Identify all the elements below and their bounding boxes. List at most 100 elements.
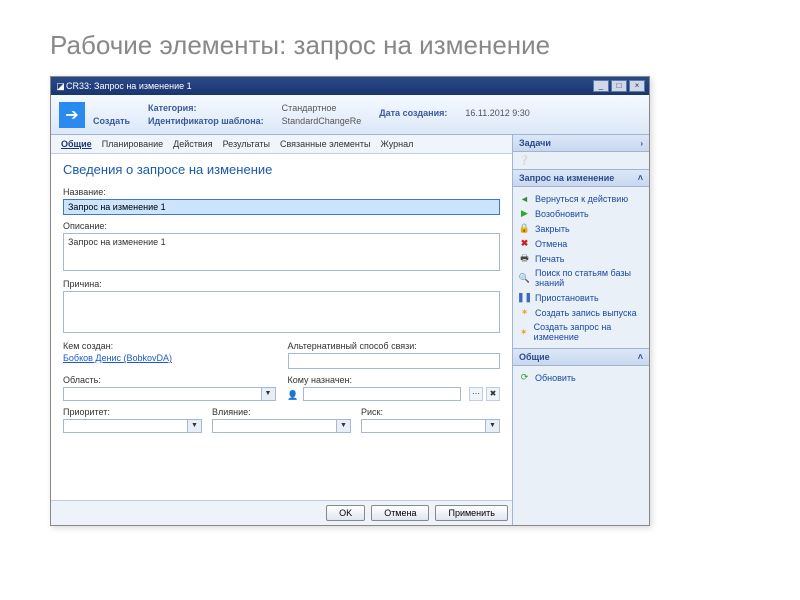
app-icon: ◪ — [55, 81, 66, 92]
sidebar-item-label: Вернуться к действию — [535, 194, 628, 204]
impact-label: Влияние: — [212, 407, 351, 417]
assigned-combo[interactable] — [303, 387, 462, 401]
maximize-button[interactable]: □ — [611, 80, 627, 92]
assign-clear-icon[interactable]: ✖ — [486, 387, 500, 401]
task-pane: Задачи › ❔ Запрос на изменение ˄ ◄ Вернут… — [513, 135, 649, 525]
sidebar-item-label: Создать запрос на изменение — [534, 322, 643, 342]
description-label: Описание: — [63, 221, 500, 231]
name-input[interactable] — [63, 199, 500, 215]
name-label: Название: — [63, 187, 500, 197]
sidebar-item-label: Приостановить — [535, 293, 599, 303]
tab-related[interactable]: Связанные элементы — [280, 139, 371, 149]
refresh-icon: ⟳ — [519, 372, 530, 383]
sidebar-item-label: Создать запись выпуска — [535, 308, 637, 318]
sidebar-item-label: Возобновить — [535, 209, 589, 219]
close-window-button[interactable]: × — [629, 80, 645, 92]
sidebar-item-label: Печать — [535, 254, 564, 264]
template-value: StandardChangeRe — [282, 116, 362, 126]
risk-dropdown-icon[interactable]: ▼ — [486, 419, 500, 433]
sidebar-item[interactable]: 🖶 Печать — [517, 251, 645, 266]
tab-results[interactable]: Результаты — [223, 139, 270, 149]
date-label: Дата создания: — [379, 108, 447, 118]
created-by-label: Кем создан: — [63, 341, 276, 351]
group-change-request-label: Запрос на изменение — [519, 173, 614, 183]
ribbon: ➔ Создать Категория: Идентификатор шабло… — [51, 95, 649, 135]
risk-label: Риск: — [361, 407, 500, 417]
created-by-link[interactable]: Бобков Денис (BobkovDA) — [63, 353, 172, 363]
sidebar-item-label: Поиск по статьям базы знаний — [535, 268, 643, 288]
main-panel: Общие Планирование Действия Результаты С… — [51, 135, 513, 525]
impact-combo[interactable] — [212, 419, 337, 433]
sidebar-item[interactable]: 🔒 Закрыть — [517, 221, 645, 236]
sidebar-item[interactable]: 🔍 Поиск по статьям базы знаний — [517, 266, 645, 290]
chevron-up-icon: ˄ — [638, 173, 643, 183]
alt-contact-input[interactable] — [288, 353, 501, 369]
slide-title: Рабочие элементы: запрос на изменение — [50, 30, 750, 61]
area-dropdown-icon[interactable]: ▼ — [262, 387, 276, 401]
sidebar-item[interactable]: ✶ Создать запись выпуска — [517, 305, 645, 320]
button-bar: OK Отмена Применить — [51, 500, 512, 525]
risk-combo[interactable] — [361, 419, 486, 433]
search-icon: 🔍 — [519, 273, 530, 284]
star-icon: ✶ — [519, 307, 530, 318]
pause-icon: ❚❚ — [519, 292, 530, 303]
user-icon: 👤 — [288, 390, 299, 401]
group-general[interactable]: Общие ˄ — [513, 348, 649, 366]
print-icon: 🖶 — [519, 253, 530, 264]
tab-general[interactable]: Общие — [61, 139, 92, 149]
sidebar-item[interactable]: ◄ Вернуться к действию — [517, 191, 645, 206]
alt-contact-label: Альтернативный способ связи: — [288, 341, 501, 351]
tab-planning[interactable]: Планирование — [102, 139, 163, 149]
chevron-up-icon: ˄ — [638, 352, 643, 362]
titlebar: ◪ CR33: Запрос на изменение 1 _ □ × — [51, 77, 649, 95]
play-icon: ▶ — [519, 208, 530, 219]
template-label: Идентификатор шаблона: — [148, 116, 264, 126]
sidebar-item-label: Закрыть — [535, 224, 570, 234]
lock-icon: 🔒 — [519, 223, 530, 234]
cancel-button[interactable]: Отмена — [371, 505, 429, 521]
assigned-label: Кому назначен: — [288, 375, 501, 385]
sidebar-item[interactable]: ❚❚ Приостановить — [517, 290, 645, 305]
group-general-label: Общие — [519, 352, 550, 362]
form-area: Сведения о запросе на изменение Название… — [51, 154, 512, 500]
apply-button[interactable]: Применить — [435, 505, 508, 521]
impact-dropdown-icon[interactable]: ▼ — [337, 419, 351, 433]
sidebar-item[interactable]: ✶ Создать запрос на изменение — [517, 320, 645, 344]
help-icon[interactable]: ❔ — [519, 155, 530, 166]
tasks-header-label: Задачи — [519, 138, 551, 148]
collapse-icon[interactable]: › — [640, 139, 643, 148]
tabstrip: Общие Планирование Действия Результаты С… — [51, 135, 512, 154]
sidebar-item[interactable]: ⟳ Обновить — [517, 370, 645, 385]
create-button[interactable]: Создать — [93, 116, 130, 126]
tasks-header[interactable]: Задачи › — [513, 135, 649, 152]
reason-textarea[interactable] — [63, 291, 500, 333]
group-change-request[interactable]: Запрос на изменение ˄ — [513, 169, 649, 187]
category-label: Категория: — [148, 103, 196, 113]
description-textarea[interactable]: Запрос на изменение 1 — [63, 233, 500, 271]
sidebar-item[interactable]: ▶ Возобновить — [517, 206, 645, 221]
area-combo[interactable] — [63, 387, 262, 401]
assign-pick-icon[interactable]: ⋯ — [469, 387, 483, 401]
ok-button[interactable]: OK — [326, 505, 365, 521]
area-label: Область: — [63, 375, 276, 385]
priority-combo[interactable] — [63, 419, 188, 433]
section-title: Сведения о запросе на изменение — [63, 162, 500, 177]
close-icon: ✖ — [519, 238, 530, 249]
app-window: ◪ CR33: Запрос на изменение 1 _ □ × ➔ Со… — [50, 76, 650, 526]
window-title: CR33: Запрос на изменение 1 — [66, 81, 593, 91]
date-value: 16.11.2012 9:30 — [465, 108, 529, 118]
tab-journal[interactable]: Журнал — [381, 139, 414, 149]
create-arrow-icon[interactable]: ➔ — [59, 102, 85, 128]
help-icon-row: ❔ — [513, 152, 649, 169]
priority-label: Приоритет: — [63, 407, 202, 417]
sidebar-item-label: Отмена — [535, 239, 567, 249]
category-value: Стандартное — [282, 103, 337, 113]
sidebar-item[interactable]: ✖ Отмена — [517, 236, 645, 251]
tab-actions[interactable]: Действия — [173, 139, 212, 149]
star-icon: ✶ — [519, 327, 529, 338]
back-icon: ◄ — [519, 193, 530, 204]
minimize-button[interactable]: _ — [593, 80, 609, 92]
sidebar-item-label: Обновить — [535, 373, 576, 383]
reason-label: Причина: — [63, 279, 500, 289]
priority-dropdown-icon[interactable]: ▼ — [188, 419, 202, 433]
